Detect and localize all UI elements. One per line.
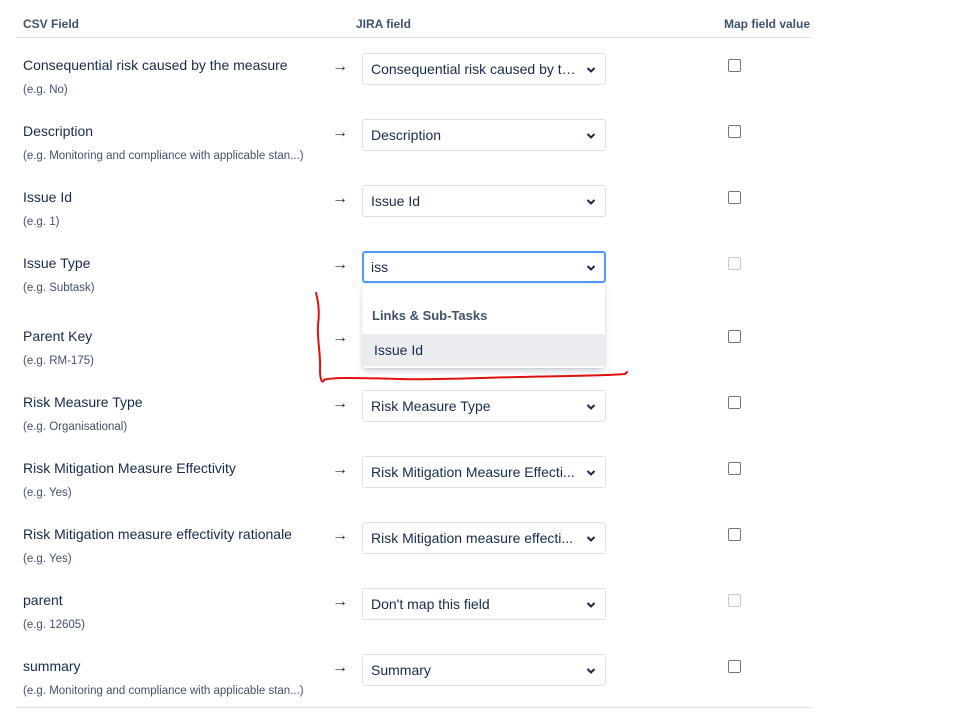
right-arrow-icon: → <box>332 659 348 676</box>
csv-field-name: Description <box>23 123 94 139</box>
csv-field-example: (e.g. RM-175) <box>23 355 94 367</box>
right-arrow-icon: → <box>332 124 348 141</box>
jira-field-value: Issue Id <box>371 193 421 209</box>
chevron-down-icon <box>586 133 596 139</box>
right-arrow-icon: → <box>332 593 348 610</box>
csv-field-example: (e.g. Subtask) <box>23 282 95 294</box>
map-field-value-checkbox-disabled <box>728 257 741 270</box>
csv-field-example: (e.g. Yes) <box>23 487 72 499</box>
header-divider <box>16 37 812 38</box>
csv-field-name: Risk Measure Type <box>23 394 143 410</box>
header-csv-field: CSV Field <box>23 17 80 31</box>
jira-field-select[interactable]: Risk Mitigation measure effecti... <box>362 522 606 554</box>
map-field-value-checkbox[interactable] <box>728 660 741 673</box>
chevron-down-icon <box>586 668 596 674</box>
jira-field-search-text: iss <box>371 259 389 275</box>
mapping-row-risk-mitigation-effectivity: Risk Mitigation Measure Effectivity (e.g… <box>16 448 812 508</box>
map-field-value-checkbox[interactable] <box>728 191 741 204</box>
map-field-value-checkbox[interactable] <box>728 330 741 343</box>
csv-field-example: (e.g. 1) <box>23 216 60 228</box>
jira-field-value: Risk Measure Type <box>371 398 491 414</box>
jira-field-dropdown-menu: Links & Sub-Tasks Issue Id <box>362 284 605 368</box>
mapping-row-issue-id: Issue Id (e.g. 1) → Issue Id <box>16 177 812 237</box>
map-field-value-checkbox[interactable] <box>728 59 741 72</box>
right-arrow-icon: → <box>332 58 348 75</box>
csv-field-name: Issue Type <box>23 255 91 271</box>
csv-field-example: (e.g. Monitoring and compliance with app… <box>23 685 304 697</box>
jira-field-value: Risk Mitigation measure effecti... <box>371 530 574 546</box>
header-jira-field: JIRA field <box>356 17 411 31</box>
jira-field-select[interactable]: Risk Measure Type <box>362 390 606 422</box>
jira-field-value: Description <box>371 127 442 143</box>
csv-field-example: (e.g. Yes) <box>23 553 72 565</box>
mapping-row-risk-measure-type: Risk Measure Type (e.g. Organisational) … <box>16 382 812 442</box>
jira-field-select[interactable]: Risk Mitigation Measure Effecti... <box>362 456 606 488</box>
chevron-down-icon <box>586 199 596 205</box>
csv-field-name: parent <box>23 592 63 608</box>
dropdown-option-label: Issue Id <box>374 342 424 358</box>
csv-field-name: Parent Key <box>23 328 93 344</box>
jira-field-select[interactable]: Don't map this field <box>362 588 606 620</box>
mapping-row-summary: summary (e.g. Monitoring and compliance … <box>16 646 812 706</box>
jira-field-value: Summary <box>371 662 431 678</box>
csv-field-example: (e.g. 12605) <box>23 619 86 631</box>
csv-field-name: Risk Mitigation Measure Effectivity <box>23 460 236 476</box>
jira-field-select[interactable]: Description <box>362 119 606 151</box>
right-arrow-icon: → <box>332 256 348 273</box>
right-arrow-icon: → <box>332 527 348 544</box>
jira-field-search-input[interactable]: iss <box>362 251 606 283</box>
right-arrow-icon: → <box>332 395 348 412</box>
jira-field-value: Don't map this field <box>371 596 490 612</box>
chevron-down-icon <box>586 602 596 608</box>
csv-field-name: Consequential risk caused by the measure <box>23 57 288 73</box>
right-arrow-icon: → <box>332 190 348 207</box>
jira-field-value: Consequential risk caused by th... <box>371 61 581 77</box>
csv-field-name: Risk Mitigation measure effectivity rati… <box>23 526 292 542</box>
map-field-value-checkbox[interactable] <box>728 396 741 409</box>
csv-field-example: (e.g. No) <box>23 84 68 96</box>
chevron-down-icon <box>586 265 596 271</box>
header-map-field-value: Map field value <box>724 17 811 31</box>
right-arrow-icon: → <box>332 461 348 478</box>
right-arrow-icon: → <box>332 329 348 346</box>
chevron-down-icon <box>586 67 596 73</box>
mapping-row-parent: parent (e.g. 12605) → Don't map this fie… <box>16 580 812 640</box>
jira-field-value: Risk Mitigation Measure Effecti... <box>371 464 575 480</box>
mapping-row-description: Description (e.g. Monitoring and complia… <box>16 111 812 171</box>
chevron-down-icon <box>586 536 596 542</box>
map-field-value-checkbox[interactable] <box>728 125 741 138</box>
jira-field-select[interactable]: Issue Id <box>362 185 606 217</box>
dropdown-option-issue-id[interactable]: Issue Id <box>362 334 605 366</box>
chevron-down-icon <box>586 470 596 476</box>
mapping-row-consequential-risk: Consequential risk caused by the measure… <box>16 45 812 105</box>
csv-field-example: (e.g. Monitoring and compliance with app… <box>23 150 304 162</box>
csv-field-name: Issue Id <box>23 189 73 205</box>
mapping-row-risk-mitigation-rationale: Risk Mitigation measure effectivity rati… <box>16 514 812 574</box>
dropdown-group-label: Links & Sub-Tasks <box>372 308 488 323</box>
csv-field-name: summary <box>23 658 81 674</box>
jira-field-select[interactable]: Consequential risk caused by th... <box>362 53 606 85</box>
csv-field-example: (e.g. Organisational) <box>23 421 128 433</box>
chevron-down-icon <box>586 404 596 410</box>
jira-field-select[interactable]: Summary <box>362 654 606 686</box>
table-bottom-divider <box>16 707 812 708</box>
map-field-value-checkbox[interactable] <box>728 528 741 541</box>
map-field-value-checkbox[interactable] <box>728 462 741 475</box>
map-field-value-checkbox-disabled <box>728 594 741 607</box>
